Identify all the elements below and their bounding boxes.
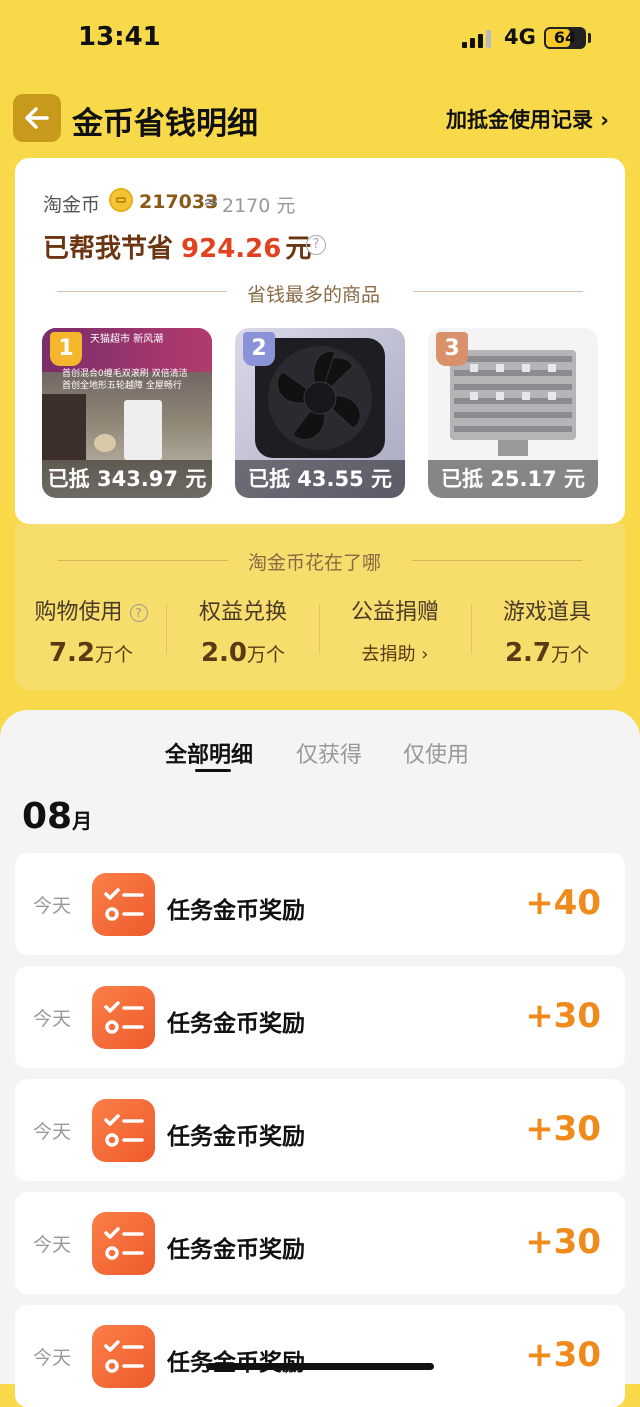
record-points: +30 (525, 1335, 601, 1375)
approx-sign: ≈ (203, 191, 219, 213)
tab-used[interactable]: 仅使用 (403, 737, 469, 769)
spent-game-unit: 万个 (551, 644, 590, 666)
spent-shopping-value: 7.2 (48, 638, 96, 668)
record-points: +40 (525, 883, 601, 923)
top-products-title: 省钱最多的商品 (247, 284, 381, 306)
spent-donation[interactable]: 公益捐赠 去捐助 › (320, 594, 470, 666)
spent-exchange-unit: 万个 (247, 644, 286, 666)
task-checklist-icon (92, 986, 155, 1049)
divider-left (57, 291, 227, 292)
list-item[interactable]: 今天 任务金币奖励 +30 (15, 966, 625, 1068)
battery-tip (588, 33, 591, 43)
battery-icon: 64 (544, 27, 586, 49)
back-arrow-icon (25, 107, 49, 129)
month-header: 08月 (22, 796, 92, 837)
separator (166, 604, 167, 654)
spent-exchange-value: 2.0 (200, 638, 248, 668)
record-points: +30 (525, 996, 601, 1036)
record-points: +30 (525, 1109, 601, 1149)
spent-game-label: 游戏道具 (502, 600, 591, 625)
spent-title: 淘金币花在了哪 (248, 552, 382, 574)
coin-icon (109, 188, 133, 212)
home-indicator[interactable] (206, 1363, 434, 1370)
month-unit: 月 (72, 809, 93, 833)
product-card-3[interactable]: 3 已抵 25.17 元 (428, 328, 598, 498)
coin-label: 淘金币 (43, 194, 101, 216)
spent-shopping[interactable]: 购物使用 ? 7.2万个 (16, 594, 166, 668)
rank-badge-3: 3 (436, 332, 468, 366)
spent-exchange-label: 权益兑换 (198, 600, 287, 625)
month-number: 08 (22, 796, 73, 837)
record-date: 今天 (33, 1234, 72, 1256)
product-1-discount: 已抵 343.97 元 (42, 460, 212, 498)
product-2-discount: 已抵 43.55 元 (235, 460, 405, 498)
product-card-2[interactable]: 2 已抵 43.55 元 (235, 328, 405, 498)
list-item[interactable]: 今天 任务金币奖励 +30 (15, 1079, 625, 1181)
product-1-cat (94, 434, 116, 452)
record-title: 任务金币奖励 (167, 1124, 305, 1150)
spent-game-value: 2.7 (504, 638, 552, 668)
spent-divider-right (412, 560, 582, 561)
product-card-1[interactable]: 天猫超市 新风潮 首创混合0缠毛双滚刷 双倍清洁 首创全地形五轮越障 全屋畅行 … (42, 328, 212, 498)
tab-all[interactable]: 全部明细 (165, 737, 253, 769)
rank-badge-2: 2 (243, 332, 275, 366)
page-title: 金币省钱明细 (72, 106, 258, 142)
spent-game[interactable]: 游戏道具 2.7万个 (472, 594, 622, 668)
coin-value: 2170 元 (222, 195, 296, 217)
list-item[interactable]: 今天 任务金币奖励 +30 (15, 1192, 625, 1294)
spent-exchange[interactable]: 权益兑换 2.0万个 (168, 594, 318, 668)
status-time: 13:41 (78, 22, 161, 52)
saved-prefix: 已帮我节省 (43, 234, 174, 264)
product-1-robot (124, 400, 162, 460)
record-title: 任务金币奖励 (167, 1237, 305, 1263)
record-title: 任务金币奖励 (167, 898, 305, 924)
task-checklist-icon (92, 1325, 155, 1388)
saved-amount-row: 已帮我节省 924.26 元 (43, 228, 311, 265)
record-date: 今天 (33, 1008, 72, 1030)
savings-card: 淘金币 217033 ≈ 2170 元 已帮我节省 924.26 元 ? 省钱最… (15, 158, 625, 524)
signal-icon (462, 30, 494, 48)
spent-donation-label: 公益捐赠 (350, 600, 439, 625)
record-title: 任务金币奖励 (167, 1343, 305, 1377)
help-icon[interactable]: ? (306, 235, 326, 255)
help-icon-small[interactable]: ? (129, 604, 148, 622)
product-1-banner-top: 天猫超市 新风潮 (90, 334, 164, 345)
network-type: 4G (504, 25, 536, 49)
task-checklist-icon (92, 1099, 155, 1162)
divider-right (413, 291, 583, 292)
record-title: 任务金币奖励 (167, 1011, 305, 1037)
spent-shopping-label: 购物使用 (34, 600, 123, 625)
task-checklist-icon (92, 1212, 155, 1275)
spent-divider-left (58, 560, 228, 561)
record-date: 今天 (33, 1347, 72, 1369)
record-points: +30 (525, 1222, 601, 1262)
record-date: 今天 (33, 1121, 72, 1143)
spent-shopping-unit: 万个 (95, 644, 134, 666)
list-item[interactable]: 今天 任务金币奖励 +30 (15, 1305, 625, 1407)
task-checklist-icon (92, 873, 155, 936)
tab-underline (195, 769, 231, 772)
tab-earned[interactable]: 仅获得 (296, 737, 362, 769)
list-item[interactable]: 今天 任务金币奖励 +40 (15, 853, 625, 955)
rank-badge-1: 1 (50, 332, 82, 366)
product-1-banner-l2: 首创全地形五轮越障 全屋畅行 (62, 381, 182, 391)
product-1-shelf (42, 394, 86, 460)
usage-record-link[interactable]: 加抵金使用记录 › (446, 104, 609, 134)
battery-level: 64 (553, 28, 577, 47)
product-3-discount: 已抵 25.17 元 (428, 460, 598, 498)
back-button[interactable] (13, 94, 61, 142)
record-date: 今天 (33, 895, 72, 917)
donate-link[interactable]: 去捐助 › (320, 640, 470, 666)
saved-amount: 924.26 (181, 234, 282, 264)
